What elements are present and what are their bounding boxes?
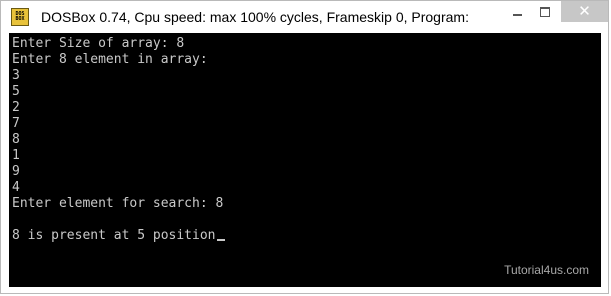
app-icon-text-bottom: BOX [15,16,25,22]
dosbox-app-icon[interactable]: DOS BOX [11,8,29,26]
console-line: Enter Size of array: 8 [12,36,185,51]
console-line: 7 [12,116,20,131]
console-line: 9 [12,164,20,179]
console-area[interactable]: Enter Size of array: 8 Enter 8 element i… [9,33,601,287]
console-line: 3 [12,68,20,83]
console-line: Enter element for search: 8 [12,196,224,211]
window-title: DOSBox 0.74, Cpu speed: max 100% cycles,… [41,9,469,25]
title-bar[interactable]: DOS BOX DOSBox 0.74, Cpu speed: max 100%… [1,1,608,33]
dosbox-window: DOS BOX DOSBox 0.74, Cpu speed: max 100%… [0,0,609,294]
console-line-last: 8 is present at 5 position [12,228,225,244]
watermark: Tutorial4us.com [504,263,589,277]
console-line: 2 [12,100,20,115]
console-line: 4 [12,180,20,195]
console-line: 8 is present at 5 position [12,228,216,243]
console-line: 8 [12,132,20,147]
close-icon: ✕ [578,2,591,20]
minimize-icon [512,13,522,16]
text-cursor [216,239,225,241]
console-line: 5 [12,84,20,99]
console-line: Enter 8 element in array: [12,52,208,67]
console-line: 1 [12,148,20,163]
minimize-button[interactable] [503,1,531,22]
console-output: Enter Size of array: 8 Enter 8 element i… [12,36,225,244]
maximize-button[interactable] [531,1,559,22]
close-button[interactable]: ✕ [561,1,608,22]
maximize-icon [540,6,550,17]
